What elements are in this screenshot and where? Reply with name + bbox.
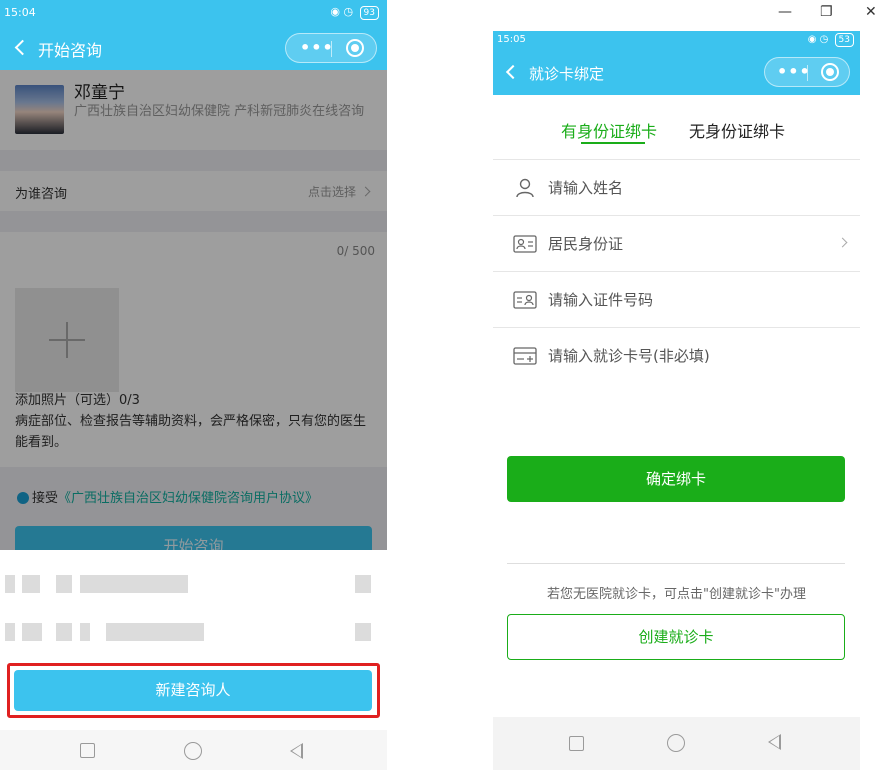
status-bar: 15:04 ◉ ◷ 93 bbox=[0, 0, 387, 26]
list-item[interactable] bbox=[0, 575, 387, 593]
create-card-button[interactable]: 创建就诊卡 bbox=[507, 614, 845, 660]
active-tab-indicator bbox=[581, 142, 645, 144]
more-icon[interactable]: ••• bbox=[300, 38, 334, 57]
mini-program-capsule: ••• bbox=[764, 57, 850, 87]
back-triangle-icon[interactable] bbox=[768, 734, 781, 750]
maximize-icon[interactable]: ❐ bbox=[820, 4, 833, 20]
recent-apps-icon[interactable] bbox=[80, 743, 95, 758]
medical-card-icon bbox=[513, 347, 537, 365]
status-bar: 15:05 ◉ ◷ 53 bbox=[493, 31, 860, 51]
battery-icon: 53 bbox=[834, 33, 854, 47]
id-type-value: 居民身份证 bbox=[548, 235, 624, 253]
system-nav-bar bbox=[0, 730, 387, 770]
name-placeholder: 请输入姓名 bbox=[548, 179, 624, 197]
tab-with-id[interactable]: 有身份证绑卡 bbox=[561, 118, 657, 142]
status-icons: ◉ ◷ 93 bbox=[330, 5, 379, 20]
status-time: 15:04 bbox=[4, 6, 36, 19]
minimize-icon[interactable]: — bbox=[778, 4, 792, 20]
chevron-right-icon bbox=[837, 237, 848, 248]
status-icons: ◉ ◷ 53 bbox=[808, 33, 854, 47]
modal-overlay[interactable] bbox=[0, 70, 387, 550]
id-type-select[interactable]: 居民身份证 bbox=[493, 215, 860, 271]
user-icon bbox=[516, 178, 534, 198]
name-field[interactable]: 请输入姓名 bbox=[493, 159, 860, 215]
left-phone-screen: 15:04 ◉ ◷ 93 开始咨询 ••• 邓童宁 广西壮族自治区妇幼保健院 产… bbox=[0, 0, 387, 770]
create-card-hint: 若您无医院就诊卡，可点击"创建就诊卡"办理 bbox=[547, 587, 806, 602]
battery-icon: 93 bbox=[359, 6, 379, 20]
home-icon[interactable] bbox=[667, 734, 685, 752]
confirm-bind-button[interactable]: 确定绑卡 bbox=[507, 456, 845, 502]
back-icon[interactable] bbox=[14, 39, 31, 56]
id-number-placeholder: 请输入证件号码 bbox=[548, 291, 654, 309]
status-time: 15:05 bbox=[497, 34, 526, 45]
back-triangle-icon[interactable] bbox=[290, 743, 303, 759]
back-icon[interactable] bbox=[505, 64, 521, 80]
page-title: 就诊卡绑定 bbox=[529, 65, 605, 83]
home-icon[interactable] bbox=[184, 742, 202, 760]
nav-bar: 就诊卡绑定 ••• bbox=[493, 51, 860, 95]
list-item[interactable] bbox=[0, 623, 387, 641]
recent-apps-icon[interactable] bbox=[569, 736, 584, 751]
id-card-icon bbox=[513, 235, 537, 253]
id-number-field[interactable]: 请输入证件号码 bbox=[493, 271, 860, 327]
card-number-placeholder: 请输入就诊卡号(非必填) bbox=[548, 347, 710, 365]
close-miniprogram-icon[interactable] bbox=[821, 63, 839, 81]
nav-bar: 开始咨询 ••• bbox=[0, 26, 387, 70]
close-window-icon[interactable]: ✕ bbox=[865, 4, 877, 20]
new-consultant-button[interactable]: 新建咨询人 bbox=[14, 670, 372, 711]
card-number-field[interactable]: 请输入就诊卡号(非必填) bbox=[493, 327, 860, 383]
more-icon[interactable]: ••• bbox=[777, 62, 811, 81]
mini-program-capsule: ••• bbox=[285, 33, 377, 63]
close-miniprogram-icon[interactable] bbox=[346, 39, 364, 57]
system-nav-bar bbox=[493, 717, 860, 770]
page-title: 开始咨询 bbox=[38, 41, 103, 60]
tab-without-id[interactable]: 无身份证绑卡 bbox=[689, 118, 785, 142]
id-number-icon bbox=[513, 291, 537, 309]
right-phone-screen: 15:05 ◉ ◷ 53 就诊卡绑定 ••• 有身份证绑卡 无身份证绑卡 请输入… bbox=[493, 31, 860, 770]
